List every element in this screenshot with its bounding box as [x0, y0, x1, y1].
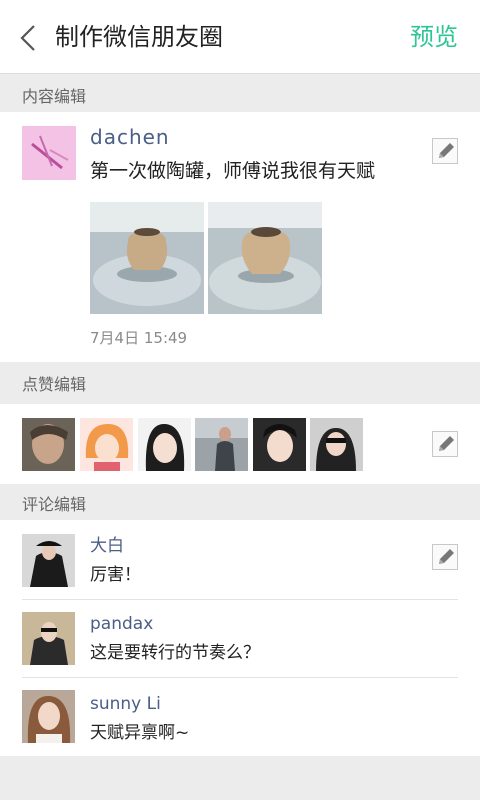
chevron-left-icon	[20, 25, 35, 51]
post-author-name[interactable]: dachen	[90, 124, 170, 150]
pencil-icon	[439, 436, 454, 451]
comment-author[interactable]: pandax	[90, 613, 153, 635]
liker-avatar[interactable]	[80, 418, 133, 471]
pencil-icon	[439, 549, 454, 564]
comment-text: 厉害！	[90, 565, 141, 585]
page-title: 制作微信朋友圈	[55, 23, 223, 51]
section-label-comments: 评论编辑	[22, 495, 87, 514]
liker-avatar[interactable]	[253, 418, 306, 471]
comment-avatar[interactable]	[22, 534, 75, 587]
avatar-image	[253, 418, 306, 471]
edit-content-button[interactable]	[432, 138, 458, 164]
avatar-image	[138, 418, 191, 471]
comment-avatar[interactable]	[22, 690, 75, 743]
avatar-image	[80, 418, 133, 471]
comment-avatar[interactable]	[22, 612, 75, 665]
section-label-likes: 点赞编辑	[22, 375, 87, 394]
liker-avatar[interactable]	[310, 418, 363, 471]
avatar-image	[22, 690, 75, 743]
liker-avatar[interactable]	[195, 418, 248, 471]
edit-comments-button[interactable]	[432, 544, 458, 570]
section-label-content: 内容编辑	[22, 87, 87, 106]
pottery-photo	[208, 202, 322, 314]
comment-author[interactable]: sunny Li	[90, 693, 161, 715]
post-text: 第一次做陶罐，师傅说我很有天赋	[90, 160, 376, 182]
flower-image	[22, 126, 76, 180]
preview-button[interactable]: 预览	[410, 20, 458, 54]
post-timestamp: 7月4日 15:49	[90, 329, 188, 347]
comment-author[interactable]: 大白	[90, 535, 124, 557]
avatar-image	[22, 534, 75, 587]
divider	[22, 677, 458, 678]
comments-card: 大白 厉害！ pandax 这是要转行的节奏么？ sunny Li 天赋异禀啊~	[0, 520, 480, 756]
liker-avatar[interactable]	[22, 418, 75, 471]
edit-likes-button[interactable]	[432, 431, 458, 457]
liker-avatar[interactable]	[138, 418, 191, 471]
likes-card	[0, 404, 480, 484]
post-avatar[interactable]	[22, 126, 76, 180]
divider	[22, 599, 458, 600]
comment-text: 这是要转行的节奏么？	[90, 643, 260, 663]
back-button[interactable]	[16, 24, 42, 52]
post-photo[interactable]	[90, 202, 204, 314]
pencil-icon	[439, 143, 454, 158]
avatar-image	[310, 418, 363, 471]
avatar-image	[195, 418, 248, 471]
avatar-image	[22, 418, 75, 471]
pottery-photo	[90, 202, 204, 314]
top-bar: 制作微信朋友圈 预览	[0, 0, 480, 74]
post-card: dachen 第一次做陶罐，师傅说我很有天赋 7月4日 15:49	[0, 112, 480, 362]
comment-text: 天赋异禀啊~	[90, 723, 190, 743]
post-photo[interactable]	[208, 202, 322, 314]
avatar-image	[22, 612, 75, 665]
